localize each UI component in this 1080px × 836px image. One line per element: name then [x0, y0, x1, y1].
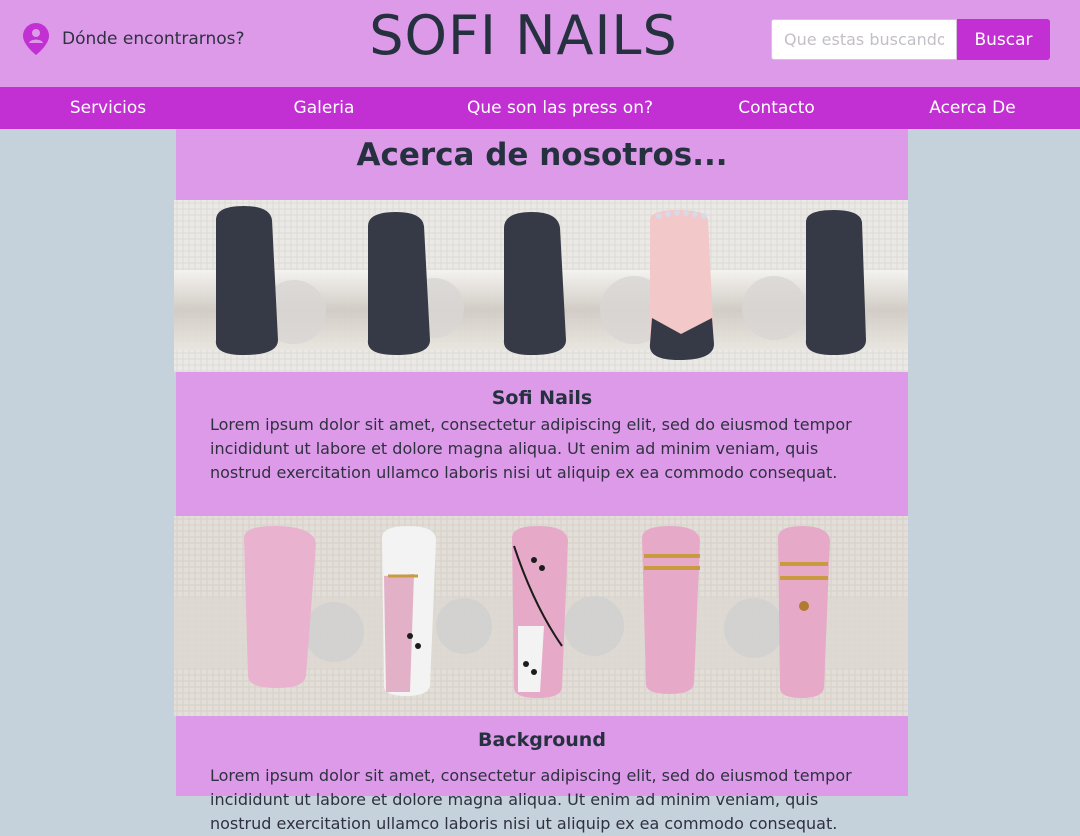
- search-input[interactable]: [771, 19, 957, 60]
- nav-item-servicios[interactable]: Servicios: [0, 87, 216, 129]
- search-bar: Buscar: [771, 19, 1050, 60]
- section-text-background: Lorem ipsum dolor sit amet, consectetur …: [210, 766, 852, 833]
- nav-item-acerca-de[interactable]: Acerca De: [865, 87, 1080, 129]
- search-button[interactable]: Buscar: [957, 19, 1050, 60]
- nails-photo-pink: [174, 516, 908, 716]
- about-content: Acerca de nosotros... Sofi Nails Lorem i…: [174, 129, 908, 833]
- nav-item-contacto[interactable]: Contacto: [688, 87, 865, 129]
- nav-item-galeria[interactable]: Galeria: [216, 87, 432, 129]
- nails-photo-dark: [174, 200, 908, 372]
- header: Dónde encontrarnos? SOFI NAILS Buscar: [0, 0, 1080, 87]
- main-nav: Servicios Galeria Que son las press on? …: [0, 87, 1080, 129]
- section-title-background: Background: [478, 729, 606, 751]
- nav-item-press-on[interactable]: Que son las press on?: [432, 87, 688, 129]
- section-text-sofi-nails: Lorem ipsum dolor sit amet, consectetur …: [210, 415, 852, 482]
- section-title-sofi-nails: Sofi Nails: [491, 387, 593, 409]
- page-title: Acerca de nosotros...: [356, 137, 728, 173]
